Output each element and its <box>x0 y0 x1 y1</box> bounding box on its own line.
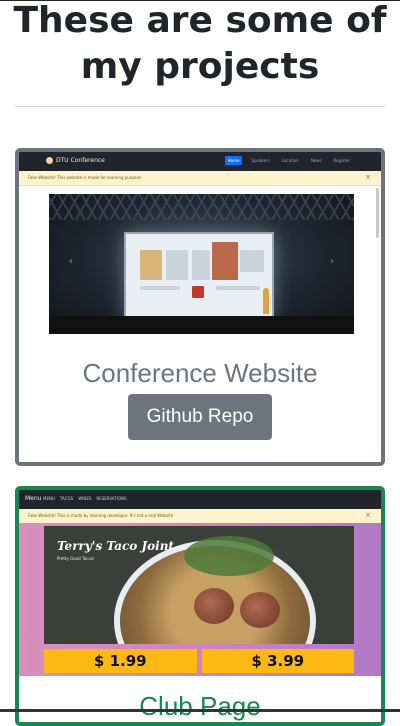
preview-nav-reservations: RESERVATIONS <box>96 496 127 501</box>
preview-scrollbar <box>376 188 379 238</box>
carousel-next-icon: › <box>330 256 334 267</box>
preview-navbar: DTU Conference Home Speakers Location Ne… <box>19 152 381 171</box>
meatball-shape <box>240 592 280 628</box>
club-preview-image: Menu MENU TACOS WINES RESERVATIONS Fake … <box>19 490 381 676</box>
preview-nav-tacos: TACOS <box>59 496 74 501</box>
preview-nav-register: Register <box>333 158 350 163</box>
heading-divider <box>15 106 385 107</box>
conference-stage-photo: ‹ › <box>49 194 354 334</box>
page-title: These are some of my projects <box>13 0 387 87</box>
project-title: Club Page <box>139 691 261 721</box>
price-row: $ 1.99 $ 3.99 <box>44 649 354 673</box>
preview-nav-location: Location <box>281 158 299 163</box>
preview-nav-news: News <box>310 158 322 163</box>
project-card-club: Menu MENU TACOS WINES RESERVATIONS Fake … <box>15 486 385 726</box>
preview-alert: Fake Website! This website is made for l… <box>19 171 381 186</box>
conference-preview-image: DTU Conference Home Speakers Location Ne… <box>19 152 381 334</box>
meatball-shape <box>194 588 234 624</box>
preview-brand: Menu <box>25 495 42 502</box>
github-repo-button[interactable]: Github Repo <box>128 394 272 440</box>
project-card-conference: DTU Conference Home Speakers Location Ne… <box>15 148 385 466</box>
preview-nav-menu: MENU <box>43 496 55 501</box>
price-tag: $ 1.99 <box>44 649 197 673</box>
preview-alert: Fake Website! This is made by learning d… <box>19 509 381 524</box>
greens-shape <box>184 536 274 576</box>
preview-nav-home: Home <box>224 156 243 165</box>
project-title: Conference Website <box>82 358 318 388</box>
speaker-figure <box>263 288 269 314</box>
preview-alert-text: Fake Website! This is made by learning d… <box>28 513 174 518</box>
preview-nav-links: Home Speakers Location News Register <box>224 156 353 165</box>
preview-nav-links: MENU TACOS WINES RESERVATIONS <box>43 496 127 501</box>
brand-logo-icon <box>46 157 53 164</box>
close-icon: × <box>365 511 371 519</box>
carousel-prev-icon: ‹ <box>69 256 73 267</box>
hero-title: Terry's Taco Joint <box>57 539 174 553</box>
preview-navbar: Menu MENU TACOS WINES RESERVATIONS <box>19 490 381 509</box>
stage-floor <box>49 316 354 334</box>
preview-brand: DTU Conference <box>56 157 105 164</box>
price-tag: $ 3.99 <box>201 649 354 673</box>
hero-subtitle: Pretty Good Tacos! <box>57 556 95 561</box>
preview-nav-speakers: Speakers <box>251 158 270 163</box>
close-icon: × <box>365 173 371 181</box>
projection-screen <box>124 232 274 318</box>
preview-nav-wines: WINES <box>78 496 92 501</box>
preview-alert-text: Fake Website! This website is made for l… <box>28 175 142 180</box>
stage-truss <box>49 194 354 220</box>
